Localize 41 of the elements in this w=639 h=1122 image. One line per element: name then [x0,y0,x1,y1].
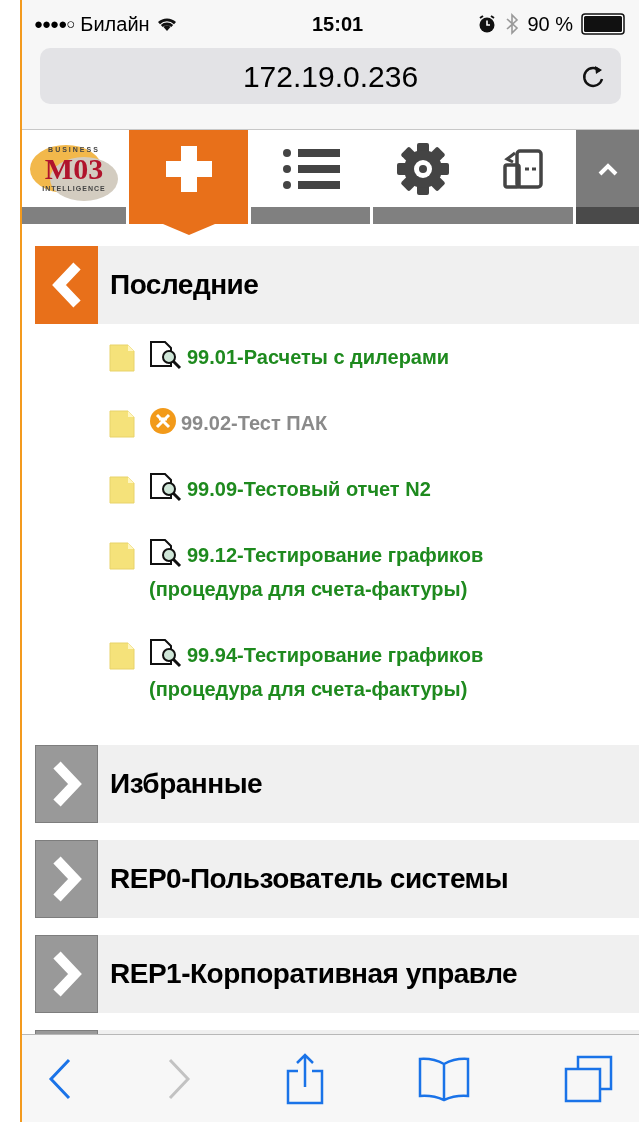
report-preview-icon [149,637,183,668]
document-icon [109,344,135,372]
report-link[interactable]: 99.94-Тестирование графиков (процедура для счета-фактуры) [149,638,583,706]
back-icon[interactable] [47,1057,73,1100]
chevron-left-icon [50,262,83,308]
share-icon[interactable] [285,1052,324,1105]
bluetooth-icon [505,12,520,36]
document-icon [109,542,135,570]
chevron-up-icon [597,161,618,176]
tabs-icon[interactable] [564,1054,614,1103]
chevron-right-icon [50,856,83,902]
badge-icon [149,406,177,435]
battery-percent: 90 % [527,12,573,37]
battery-icon [581,13,627,35]
clock-time: 15:01 [312,12,364,37]
report-preview-icon [149,537,183,568]
wifi-icon [155,16,178,32]
document-icon [109,410,135,438]
section-header[interactable]: Последние [35,246,639,324]
plus-icon [165,145,212,192]
chevron-right-icon [50,761,83,807]
report-link[interactable]: 99.01-Расчеты с дилерами [149,340,450,374]
report-preview-icon [149,339,183,370]
tab-underline [576,207,639,224]
report-preview-icon [149,471,183,502]
address-field[interactable]: 172.19.0.236 [40,48,621,104]
chevron-right-icon [50,951,83,997]
settings-icon [396,141,450,196]
signal-strength: ●●●●○ [34,13,75,34]
door-icon [503,148,543,189]
carrier-name: Билайн [80,12,150,37]
list-icon [281,148,340,189]
section-header[interactable]: Избранные [35,745,639,823]
document-icon [109,476,135,504]
section-header[interactable]: REP0-Пользователь системы [35,840,639,918]
url-text: 172.19.0.236 [242,58,419,95]
book-icon[interactable] [416,1055,471,1102]
section-header[interactable]: REP1-Корпоративная управле [35,935,639,1013]
document-icon [109,642,135,670]
report-link[interactable]: 99.12-Тестирование графиков (процедура для счета-фактуры) [149,538,583,606]
report-link[interactable]: 99.09-Тестовый отчет N2 [149,472,431,506]
